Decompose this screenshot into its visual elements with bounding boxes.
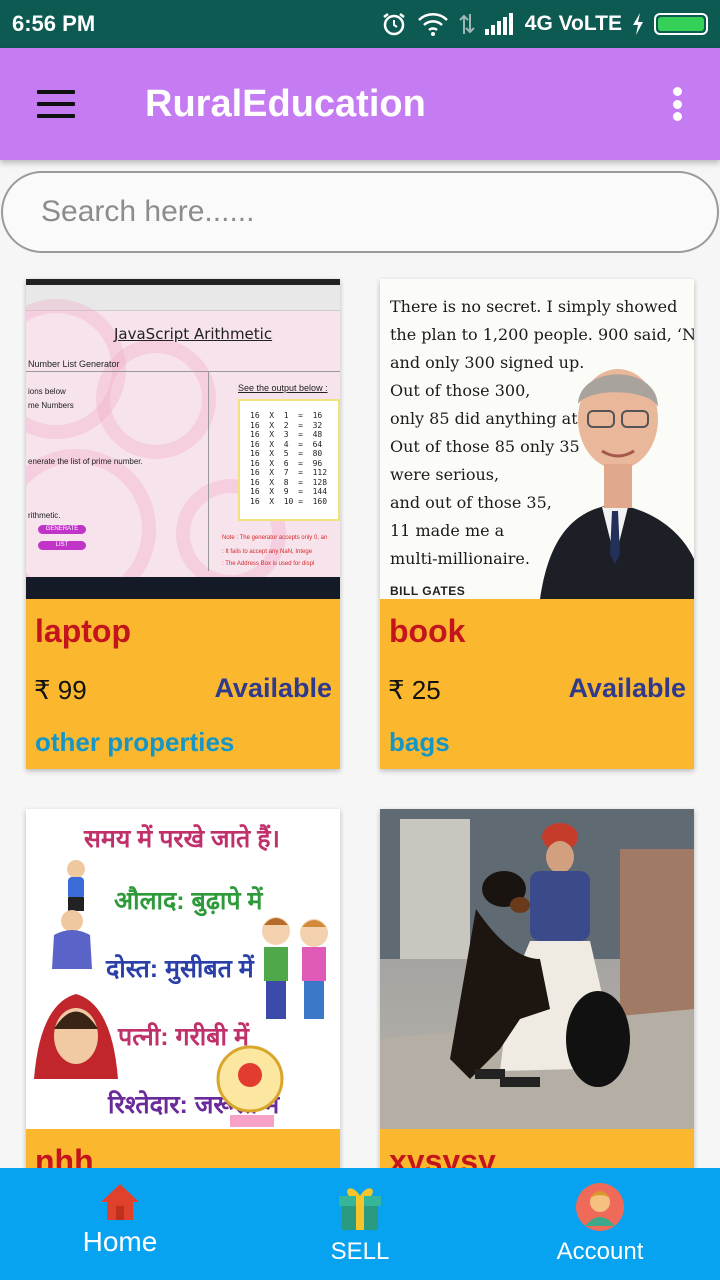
- product-price: ₹ 25: [388, 675, 441, 705]
- category-label[interactable]: bags: [389, 727, 450, 758]
- nav-home-label: Home: [82, 1226, 158, 1257]
- man-with-dog-photo: [380, 809, 694, 1129]
- image-note: Note : The generator accepts only 0, an: [222, 535, 328, 541]
- status-bar: 6:56 PM 4G VoLTE: [0, 0, 720, 48]
- network-type: 4G VoLTE: [524, 12, 622, 35]
- nav-sell[interactable]: SELL: [240, 1168, 480, 1280]
- image-note: : The Address Box is used for displ: [222, 561, 315, 567]
- search-input[interactable]: [1, 171, 719, 253]
- charging-icon: [632, 13, 644, 35]
- wifi-icon: [417, 12, 449, 36]
- image-list-button: LIST: [38, 541, 86, 550]
- image-text-line: ions below: [28, 387, 66, 396]
- category-label[interactable]: other properties: [35, 727, 234, 758]
- quote-author: BILL GATES: [390, 584, 466, 598]
- gift-icon: [339, 1188, 381, 1230]
- nav-sell-label: SELL: [330, 1238, 390, 1265]
- product-image[interactable]: समय में परखे जाते हैं। औलाद: बुढ़ापे में…: [26, 809, 340, 1129]
- image-text-line: औलाद: बुढ़ापे में: [114, 887, 263, 915]
- app-bar: RuralEducation: [0, 48, 720, 160]
- portrait-illustration: [540, 369, 694, 599]
- product-info: laptop ₹ 99 Available other properties: [26, 599, 340, 769]
- alarm-icon: [381, 11, 407, 37]
- status-icons: 4G VoLTE: [381, 11, 708, 37]
- image-generate-button: GENERATE: [38, 525, 86, 534]
- product-card-xysysy[interactable]: xysysy: [380, 809, 694, 1209]
- status-time: 6:56 PM: [12, 11, 96, 36]
- account-avatar-icon: [576, 1183, 624, 1231]
- image-output-label: See the output below :: [238, 383, 328, 393]
- nav-account[interactable]: Account: [480, 1168, 720, 1280]
- image-heading: JavaScript Arithmetic: [114, 325, 273, 343]
- product-card-book[interactable]: There is no secret. I simply showed the …: [380, 279, 694, 769]
- image-text-line: enerate the list of prime number.: [28, 457, 143, 466]
- app-title: RuralEducation: [145, 82, 426, 125]
- overflow-menu-icon[interactable]: [672, 87, 682, 121]
- friends-illustration: [262, 917, 328, 1019]
- product-price: ₹ 99: [34, 675, 87, 705]
- product-image[interactable]: There is no secret. I simply showed the …: [380, 279, 694, 599]
- parent-child-illustration: [52, 860, 92, 969]
- nav-home[interactable]: Home: [0, 1168, 240, 1280]
- image-text-line: rithmetic.: [28, 511, 61, 520]
- battery-icon: [654, 13, 708, 35]
- taskbar: [26, 577, 340, 599]
- data-transfer-icon: [459, 12, 475, 36]
- hamburger-menu-icon[interactable]: [37, 90, 75, 118]
- product-name: laptop: [35, 613, 131, 649]
- signal-icon: [484, 13, 515, 35]
- product-info: book ₹ 25 Available bags: [380, 599, 694, 769]
- image-subheading: Number List Generator: [28, 359, 120, 369]
- product-image[interactable]: [380, 809, 694, 1129]
- availability-label: Available: [214, 673, 332, 703]
- image-text-line: me Numbers: [28, 401, 74, 410]
- product-image[interactable]: JavaScript Arithmetic Number List Genera…: [26, 279, 340, 599]
- bottom-navigation: Home SELL Account: [0, 1168, 720, 1280]
- image-output-table: 16 X 1 = 16 16 X 2 = 32 16 X 3 = 48 16 X…: [238, 399, 340, 521]
- availability-label: Available: [568, 673, 686, 703]
- product-card-laptop[interactable]: JavaScript Arithmetic Number List Genera…: [26, 279, 340, 769]
- bride-illustration: [34, 994, 118, 1079]
- home-icon: [101, 1184, 139, 1220]
- badge-illustration: [216, 1045, 284, 1127]
- image-text-line: दोस्त: मुसीबत में: [106, 955, 254, 983]
- product-card-nhh[interactable]: समय में परखे जाते हैं। औलाद: बुढ़ापे में…: [26, 809, 340, 1209]
- nav-account-label: Account: [556, 1238, 644, 1265]
- image-note: : It fails to accept any NaN, Intege: [222, 549, 313, 555]
- product-name: book: [389, 613, 466, 649]
